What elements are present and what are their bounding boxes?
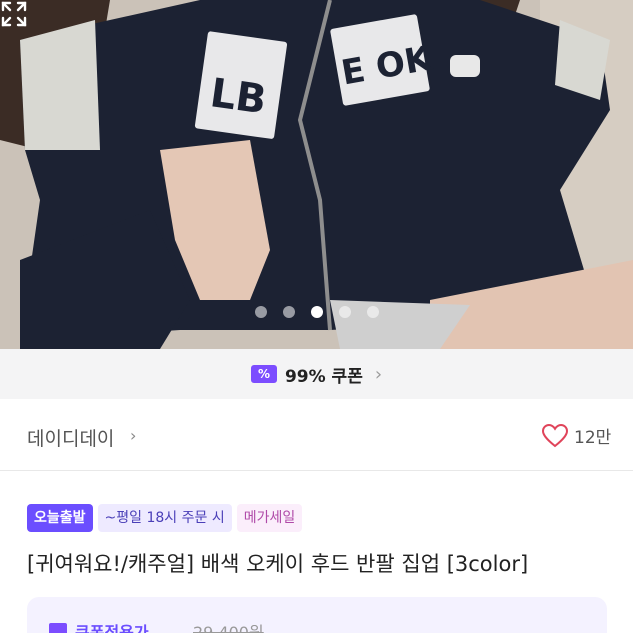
divider (0, 470, 633, 471)
like-button[interactable]: 12만 (542, 423, 611, 448)
pagination-dot[interactable] (366, 306, 379, 318)
pagination-dot-active[interactable] (310, 306, 323, 318)
coupon-icon: % (250, 365, 277, 383)
pagination-dot[interactable] (282, 306, 295, 318)
pagination-dot[interactable] (254, 306, 267, 318)
coupon-text: 99% 쿠폰 (284, 366, 363, 387)
badge-today-shipping: 오늘출발 (27, 504, 93, 532)
pagination-dot[interactable] (338, 306, 351, 318)
expand-icon[interactable] (0, 0, 28, 28)
coupon-price-box[interactable]: 쿠폰적용가 29,400원 (27, 597, 607, 633)
coupon-banner[interactable]: % 99% 쿠폰 › (0, 349, 633, 399)
product-photo: LB E OK (0, 0, 633, 349)
badge-row: 오늘출발 ~평일 18시 주문 시 메가세일 (27, 504, 303, 532)
original-price: 29,400원 (193, 623, 264, 633)
coupon-price-label: 쿠폰적용가 (75, 623, 149, 633)
store-row: 데이디데이 › 12만 (0, 400, 633, 470)
heart-icon (542, 423, 568, 447)
like-count: 12만 (574, 428, 612, 448)
product-title: [귀여워요!/캐주얼] 배색 오케이 후드 반팔 집업 [3color] (27, 552, 529, 576)
image-pagination (0, 306, 633, 318)
chevron-right-icon: › (374, 363, 383, 385)
badge-mega-sale: 메가세일 (236, 504, 303, 532)
coupon-icon (49, 623, 67, 633)
jersey-text-left: LB (207, 70, 269, 123)
store-name-link[interactable]: 데이디데이 (27, 424, 114, 451)
badge-order-deadline: ~평일 18시 주문 시 (97, 504, 232, 532)
product-image[interactable]: LB E OK (0, 0, 633, 349)
chevron-right-icon[interactable]: › (130, 426, 136, 445)
